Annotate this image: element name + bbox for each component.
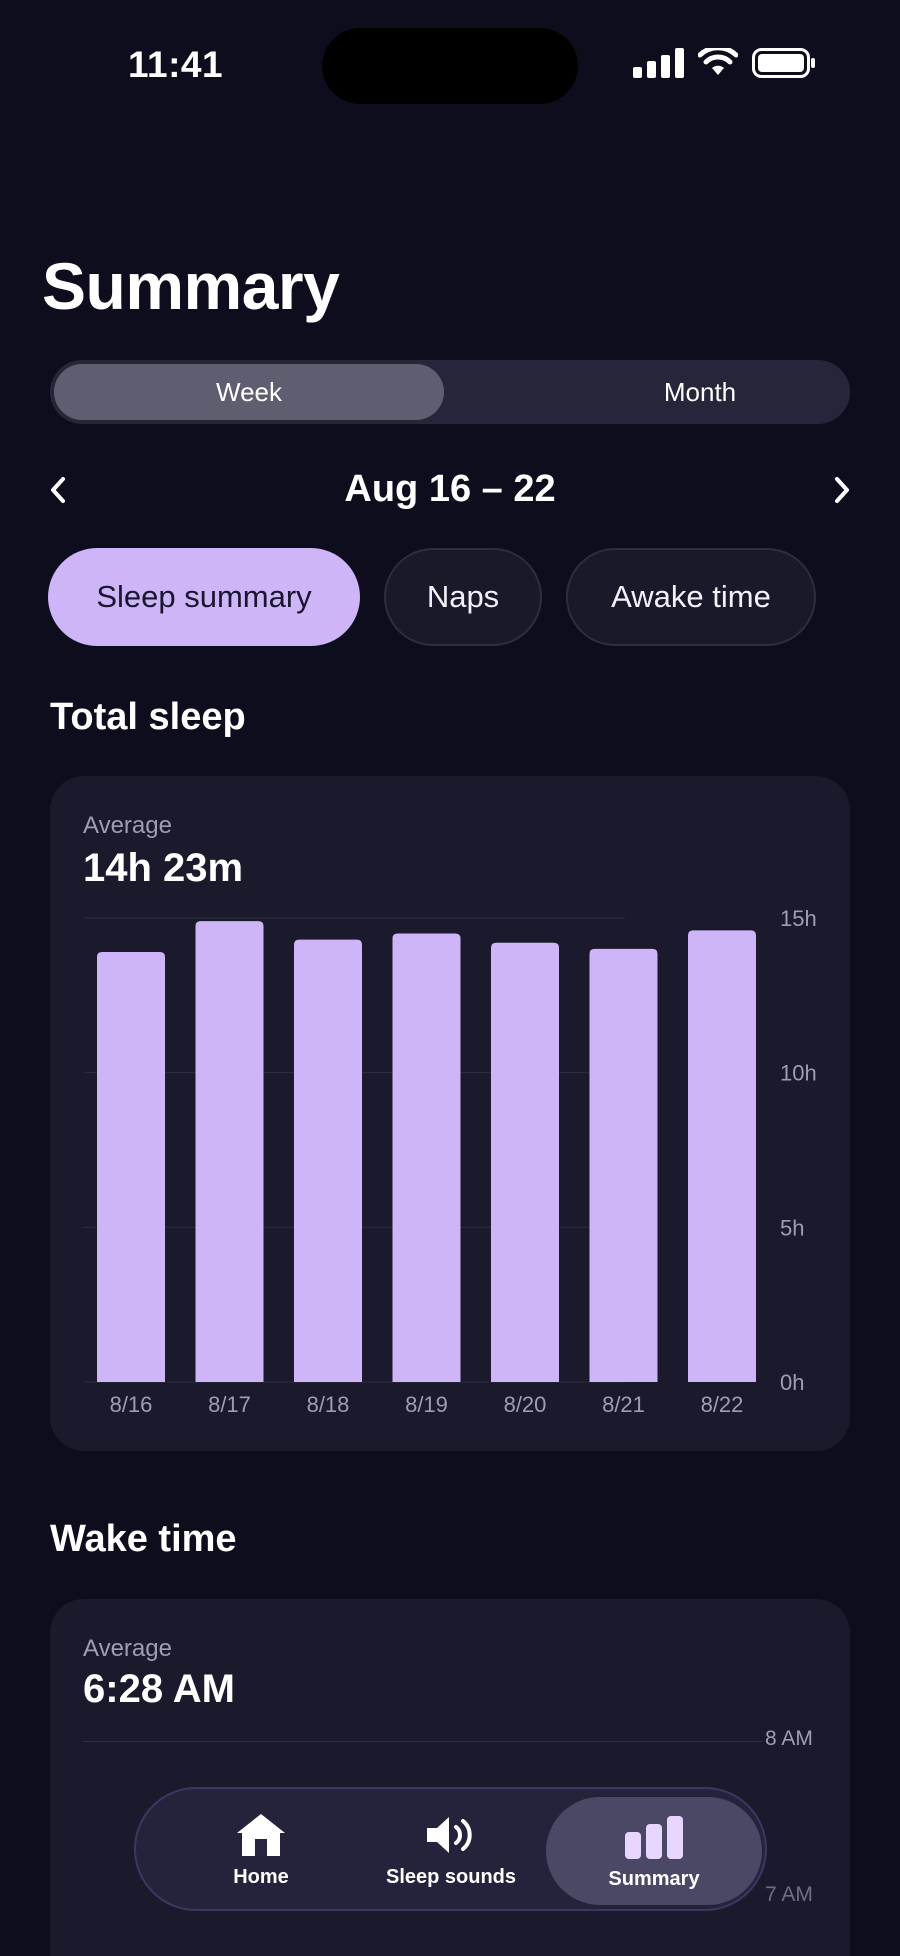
tab-summary-label: Summary: [608, 1867, 700, 1890]
tab-summary[interactable]: Summary: [546, 1797, 762, 1905]
total-sleep-bar-chart: 0h 5h 10h 15h 8/16 8/17 8/18 8/19 8/20 8/21 8/22: [83, 906, 817, 1417]
date-navigator: Aug 16 – 22: [0, 462, 900, 518]
x-tick-label: 8/19: [405, 1392, 448, 1417]
home-icon: [237, 1813, 285, 1856]
summary-screen: 11:41 Summary Week Month Aug 16 – 22 Sle…: [0, 0, 900, 1956]
x-tick-label: 8/20: [504, 1392, 547, 1417]
sleep-bar-8-16[interactable]: [97, 952, 165, 1382]
sleep-bar-8-17[interactable]: [195, 921, 264, 1382]
tab-home[interactable]: Home: [176, 1789, 346, 1909]
wake-time-average-label: Average: [83, 1635, 172, 1662]
bar-chart-icon: [625, 1815, 683, 1859]
chevron-right-icon: [835, 477, 849, 503]
y-tick-label: 15h: [780, 906, 817, 931]
tab-sleep-sounds-label: Sleep sounds: [385, 1865, 517, 1888]
wake-axis-label-7am: 7 AM: [765, 1883, 813, 1906]
wake-time-average-value: 6:28 AM: [83, 1667, 235, 1711]
x-tick-label: 8/21: [602, 1392, 645, 1417]
signal-icon: [633, 48, 684, 78]
y-tick-label: 10h: [780, 1061, 817, 1086]
wake-axis-label-8am: 8 AM: [765, 1727, 813, 1750]
y-tick-label: 5h: [780, 1215, 804, 1240]
bottom-tab-bar: Home Sleep sounds Summary: [134, 1787, 767, 1911]
date-range-label: Aug 16 – 22: [344, 468, 556, 510]
total-sleep-card: Average 14h 23m 0h 5h 10h 15h 8/16 8/17 8/18 8/…: [50, 776, 850, 1451]
chip-awake-time[interactable]: Awake time: [566, 548, 816, 646]
status-time: 11:41: [128, 44, 224, 85]
dynamic-island: [322, 28, 578, 104]
category-chips: Sleep summary Naps Awake time: [48, 548, 816, 646]
segment-month[interactable]: Month: [500, 364, 900, 420]
tab-sleep-sounds[interactable]: Sleep sounds: [361, 1789, 541, 1909]
x-tick-label: 8/17: [208, 1392, 251, 1417]
speaker-icon: [427, 1816, 472, 1853]
x-tick-label: 8/18: [307, 1392, 350, 1417]
sleep-bar-8-21[interactable]: [589, 948, 658, 1382]
sleep-bar-8-22[interactable]: [688, 930, 756, 1382]
sleep-bar-8-19[interactable]: [392, 933, 461, 1382]
wake-time-heading: Wake time: [50, 1518, 237, 1560]
x-tick-label: 8/16: [110, 1392, 153, 1417]
tab-home-label: Home: [233, 1865, 289, 1888]
page-title: Summary: [42, 249, 340, 323]
sleep-bar-8-18[interactable]: [294, 939, 362, 1382]
period-segmented-control: Week Month: [50, 360, 850, 424]
y-tick-label: 0h: [780, 1370, 804, 1395]
chip-naps[interactable]: Naps: [384, 548, 542, 646]
wake-gridline: [83, 1741, 763, 1742]
segment-week[interactable]: Week: [54, 364, 444, 420]
x-tick-label: 8/22: [701, 1392, 744, 1417]
sleep-bar-8-20[interactable]: [491, 942, 559, 1382]
next-period-button[interactable]: [822, 470, 862, 510]
total-sleep-heading: Total sleep: [50, 696, 246, 738]
chip-sleep-summary[interactable]: Sleep summary: [48, 548, 360, 646]
wifi-icon: [698, 48, 738, 75]
battery-icon: [752, 48, 815, 78]
status-icons: [633, 48, 816, 78]
